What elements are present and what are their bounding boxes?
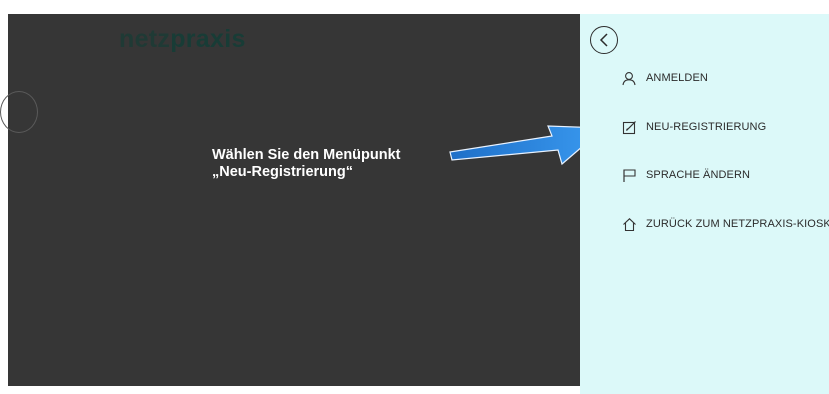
callout-line-1: Wählen Sie den Menüpunkt <box>212 147 401 163</box>
menu-item-anmelden[interactable]: ANMELDEN <box>621 68 708 88</box>
chevron-left-icon <box>599 33 608 47</box>
menu-item-neu-registrierung[interactable]: NEU-REGISTRIERUNG <box>621 117 766 137</box>
edit-icon <box>621 119 637 135</box>
callout-line-2: „Neu-Registrierung“ <box>212 164 353 180</box>
flag-icon <box>621 167 637 183</box>
overlay-backdrop <box>8 14 580 386</box>
menu-item-label: ANMELDEN <box>646 72 708 84</box>
partial-circle-button <box>0 91 38 133</box>
menu-item-label: NEU-REGISTRIERUNG <box>646 121 767 133</box>
back-button[interactable] <box>590 26 618 54</box>
screen: netzpraxis Wählen Sie den Menüpunkt „Neu… <box>0 0 829 394</box>
menu-item-sprache-aendern[interactable]: SPRACHE ÄNDERN <box>621 165 750 185</box>
instruction-callout: Wählen Sie den Menüpunkt „Neu-Registrier… <box>212 147 401 181</box>
home-icon <box>621 216 637 232</box>
menu-item-zurueck-kiosk[interactable]: ZURÜCK ZUM NETZPRAXIS-KIOSK <box>621 214 829 234</box>
user-icon <box>621 70 637 86</box>
menu-item-label: SPRACHE ÄNDERN <box>646 169 751 181</box>
logo-text-praxis: praxis <box>170 25 246 53</box>
logo-text-netz: netz <box>119 25 171 53</box>
netzpraxis-logo: netzpraxis <box>119 24 246 54</box>
menu-item-label: ZURÜCK ZUM NETZPRAXIS-KIOSK <box>646 218 829 230</box>
